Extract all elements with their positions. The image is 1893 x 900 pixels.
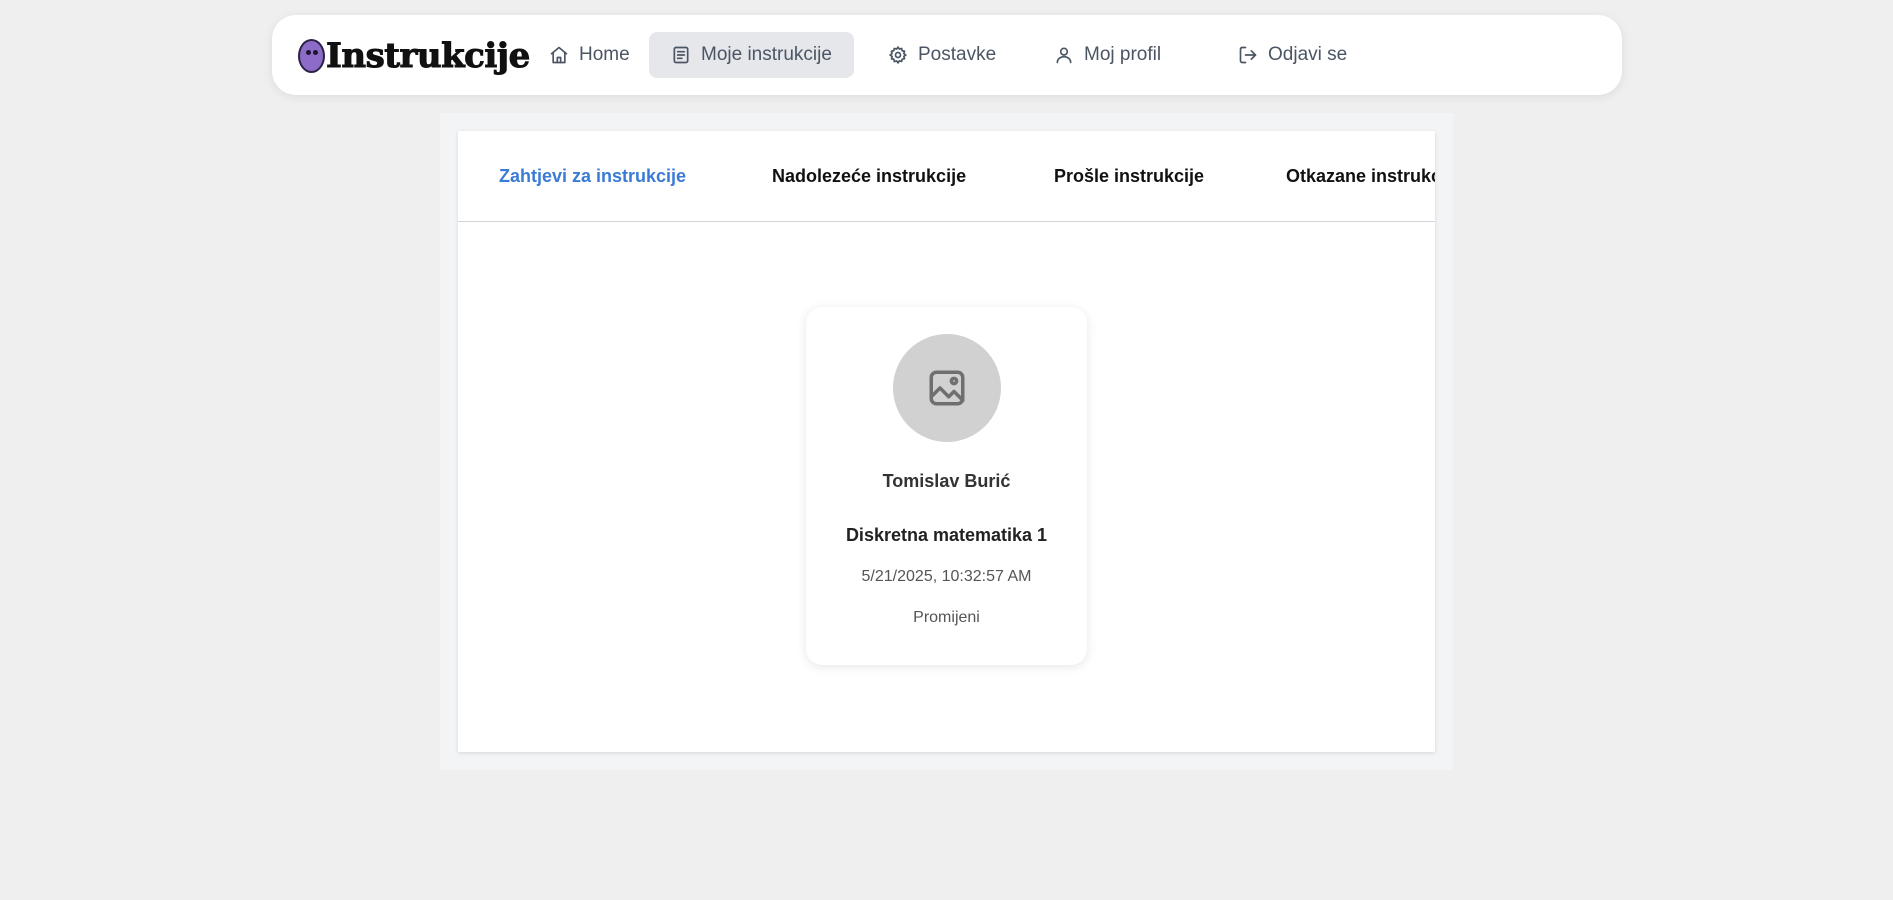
nav-logout-label: Odjavi se (1268, 44, 1348, 65)
document-icon (673, 46, 689, 64)
nav-settings-label: Postavke (918, 44, 997, 65)
subject-name: Diskretna matematika 1 (845, 525, 1048, 545)
lesson-datetime: 5/21/2025, 10:32:57 AM (861, 568, 1032, 585)
nav-profile[interactable]: Moj profil (1032, 32, 1183, 78)
avatar (893, 334, 1001, 442)
tab-requests[interactable]: Zahtjevi za instrukcije (499, 131, 686, 221)
lesson-request-card: Tomislav Burić Diskretna matematika 1 5/… (806, 307, 1087, 665)
nav-profile-label: Moj profil (1084, 44, 1162, 65)
tab-upcoming[interactable]: Nadolezeće instrukcije (772, 131, 966, 221)
gear-icon (889, 46, 907, 64)
nav-logout[interactable]: Odjavi se (1216, 32, 1369, 78)
tutor-name: Tomislav Burić (882, 471, 1011, 491)
user-icon (1056, 47, 1072, 64)
nav-my-lessons-label: Moje instrukcije (701, 44, 832, 65)
top-navbar: Instrukcije Home Moje instrukcije Postav… (272, 15, 1622, 95)
image-placeholder-icon (929, 370, 965, 406)
brand-name: Instrukcije (326, 36, 531, 77)
lesson-tabs: Zahtjevi za instrukcije Nadolezeće instr… (458, 131, 1435, 222)
nav-my-lessons[interactable]: Moje instrukcije (649, 32, 854, 78)
lessons-panel: Zahtjevi za instrukcije Nadolezeće instr… (458, 131, 1435, 752)
home-icon (550, 46, 568, 64)
logo-mascot-icon (298, 39, 325, 73)
tab-past[interactable]: Prošle instrukcije (1054, 131, 1204, 221)
nav-settings[interactable]: Postavke (866, 32, 1018, 78)
nav-home[interactable]: Home (527, 32, 652, 78)
content-area: Zahtjevi za instrukcije Nadolezeće instr… (440, 113, 1453, 770)
tab-cancelled[interactable]: Otkazane instrukcije (1286, 131, 1435, 221)
logout-icon (1239, 46, 1257, 64)
change-button[interactable]: Promijeni (806, 609, 1087, 627)
brand-logo[interactable]: Instrukcije (298, 35, 531, 77)
nav-home-label: Home (579, 44, 630, 65)
